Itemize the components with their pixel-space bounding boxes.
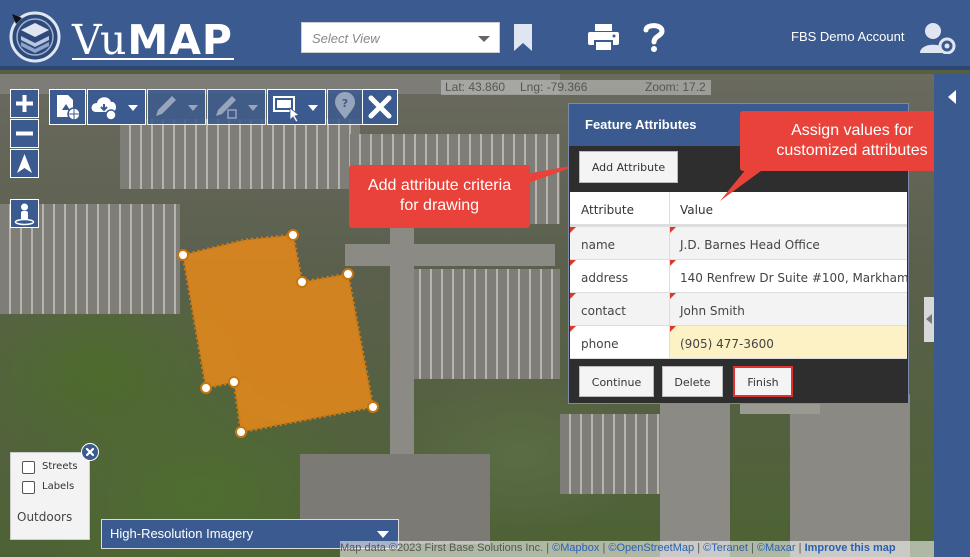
callout-add-attribute: Add attribute criteria for drawing (349, 165, 530, 228)
finish-button[interactable]: Finish (733, 366, 793, 397)
basemap-layer-card: Streets Labels Outdoors (10, 452, 90, 540)
table-row[interactable]: address 140 Renfrew Dr Suite #100, Markh… (570, 260, 907, 293)
polygon-vertex[interactable] (228, 376, 240, 388)
download-button[interactable] (87, 89, 146, 125)
plus-icon (16, 95, 33, 112)
right-sidebar-toggle[interactable] (934, 74, 970, 557)
svg-text:?: ? (342, 97, 348, 110)
streets-label: Streets (42, 461, 78, 472)
polygon-vertex[interactable] (287, 229, 299, 241)
add-file-globe-icon (57, 95, 81, 121)
value-cell[interactable]: 140 Renfrew Dr Suite #100, Markham (670, 260, 907, 292)
osm-link[interactable]: ©OpenStreetMap (608, 542, 694, 554)
attribute-cell: phone (570, 326, 670, 358)
add-file-button[interactable] (49, 89, 86, 125)
account-name[interactable]: FBS Demo Account (791, 29, 904, 44)
panel-footer: Continue Delete Finish (569, 360, 908, 403)
globe-layers-icon (9, 11, 61, 63)
table-row[interactable]: contact John Smith (570, 293, 907, 326)
latitude-readout: Lat: 43.860 (445, 80, 506, 94)
value-cell[interactable]: John Smith (670, 293, 907, 325)
locate-button[interactable]: ? (327, 89, 363, 125)
select-view-dropdown[interactable]: Select View (301, 22, 500, 53)
attribute-cell: name (570, 227, 670, 259)
vumap-logo[interactable]: VuMAP (8, 8, 234, 64)
edit-button[interactable] (207, 89, 266, 125)
add-attribute-button[interactable]: Add Attribute (579, 151, 678, 183)
pencil-icon (156, 96, 198, 116)
coordinate-readout: Lat: 43.860 Lng: -79.366 Zoom: 17.2 (441, 80, 711, 95)
user-gear-icon[interactable] (920, 22, 956, 54)
labels-label: Labels (42, 481, 75, 492)
reset-north-button[interactable] (10, 149, 39, 178)
minus-icon (16, 131, 33, 136)
logo-text: VuMAP (72, 16, 233, 64)
chevron-down-icon (377, 531, 389, 538)
longitude-readout: Lng: -79.366 (520, 80, 588, 94)
person-icon (14, 203, 35, 226)
street-view-button[interactable] (10, 199, 39, 228)
map-attribution: Map data ©2023 First Base Solutions Inc.… (340, 541, 934, 557)
delete-button[interactable]: Delete (662, 366, 723, 397)
zoom-in-button[interactable] (10, 89, 39, 118)
close-icon (368, 95, 392, 119)
printer-icon[interactable] (588, 24, 619, 51)
chevron-left-icon (948, 90, 956, 104)
attribute-cell: address (570, 260, 670, 292)
close-tools-button[interactable] (362, 89, 398, 125)
value-cell[interactable]: (905) 477-3600 (670, 326, 907, 358)
column-header-value: Value (680, 203, 713, 217)
maxar-link[interactable]: ©Maxar (757, 542, 796, 554)
pencil-edit-icon (216, 96, 258, 119)
polygon-vertex[interactable] (367, 401, 379, 413)
labels-checkbox[interactable] (22, 481, 35, 494)
chevron-down-icon (478, 36, 490, 42)
basemap-selected: High-Resolution Imagery (110, 526, 254, 541)
cloud-download-icon (91, 97, 138, 121)
continue-button[interactable]: Continue (579, 366, 654, 397)
mapbox-link[interactable]: ©Mapbox (552, 542, 599, 554)
close-layer-card-button[interactable] (81, 443, 99, 461)
attribute-cell: contact (570, 293, 670, 325)
value-cell[interactable]: J.D. Barnes Head Office (670, 227, 907, 259)
polygon-vertex[interactable] (177, 249, 189, 261)
location-question-icon: ? (335, 92, 355, 119)
teranet-link[interactable]: ©Teranet (703, 542, 748, 554)
polygon-vertex[interactable] (296, 276, 308, 288)
close-icon (85, 447, 95, 457)
improve-map-link[interactable]: Improve this map (805, 542, 896, 554)
table-row[interactable]: name J.D. Barnes Head Office (570, 227, 907, 260)
chevron-left-icon (926, 314, 932, 324)
panel-collapse-tab[interactable] (924, 297, 934, 342)
bookmark-icon[interactable] (514, 24, 532, 51)
outdoors-label[interactable]: Outdoors (17, 510, 72, 524)
draw-button[interactable] (147, 89, 206, 125)
select-view-placeholder: Select View (312, 31, 380, 46)
callout-assign-values: Assign values for customized attributes (740, 111, 964, 171)
zoom-out-button[interactable] (10, 119, 39, 148)
polygon-vertex[interactable] (342, 268, 354, 280)
streets-checkbox[interactable] (22, 461, 35, 474)
app-header: VuMAP Select View FBS Demo Account (0, 0, 970, 70)
north-arrow-icon (17, 154, 32, 173)
select-feature-button[interactable] (267, 89, 326, 125)
column-header-attribute: Attribute (570, 192, 670, 224)
zoom-readout: Zoom: 17.2 (645, 80, 706, 94)
question-icon[interactable] (643, 22, 665, 52)
logo-underline (72, 58, 234, 60)
select-pointer-icon (273, 96, 318, 123)
table-row[interactable]: phone (905) 477-3600 (570, 326, 907, 359)
polygon-vertex[interactable] (200, 382, 212, 394)
polygon-vertex[interactable] (235, 426, 247, 438)
